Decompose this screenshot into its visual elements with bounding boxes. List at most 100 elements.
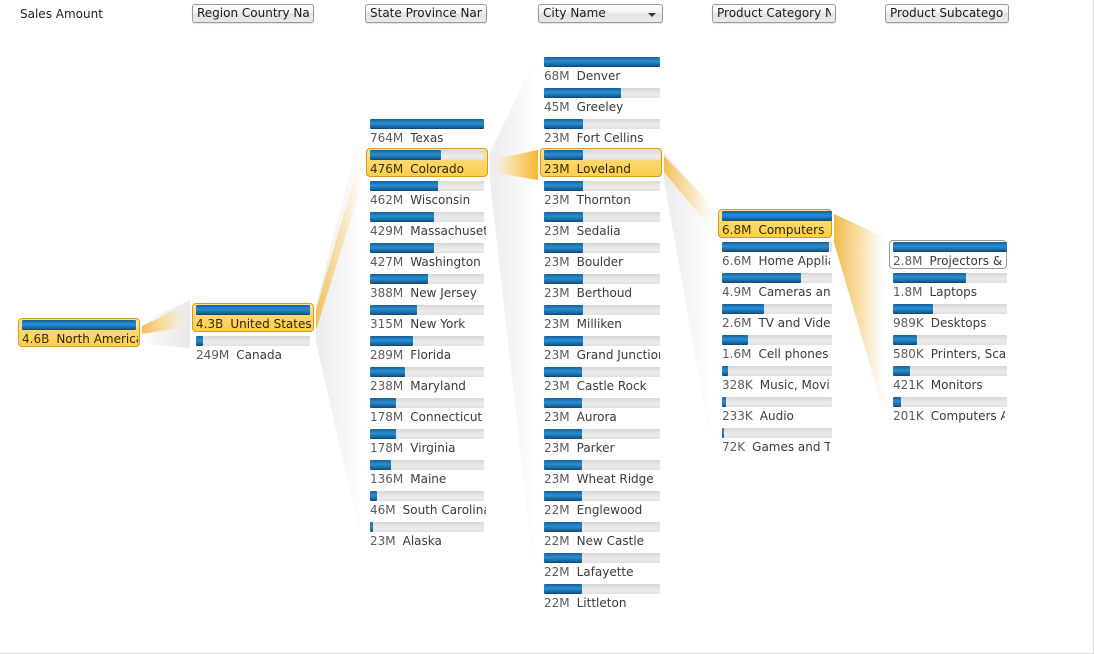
- slicer-product-category-name[interactable]: Product Category Name: [712, 4, 836, 23]
- bar-track: [722, 273, 832, 283]
- tree-node-value: 989K: [893, 316, 924, 330]
- tree-node[interactable]: 23MWheat Ridge: [540, 458, 662, 489]
- tree-node-value: 6.6M: [722, 254, 751, 268]
- tree-node[interactable]: 427MWashington: [366, 241, 488, 272]
- tree-node[interactable]: 6.8MComputers: [718, 209, 832, 240]
- bar-fill: [370, 150, 441, 160]
- tree-node[interactable]: 2.6MTV and Video: [718, 302, 832, 333]
- bar-fill: [722, 211, 832, 221]
- tree-node-value: 388M: [370, 286, 403, 300]
- tree-node[interactable]: 68MDenver: [540, 55, 662, 86]
- tree-node[interactable]: 46MSouth Carolina: [366, 489, 488, 520]
- bar-track: [370, 243, 484, 253]
- tree-node[interactable]: 178MVirginia: [366, 427, 488, 458]
- tree-node-name: Denver: [570, 69, 621, 83]
- tree-node[interactable]: 23MSedalia: [540, 210, 662, 241]
- tree-node-name: Florida: [403, 348, 451, 362]
- tree-node-name: Maine: [403, 472, 446, 486]
- tree-node[interactable]: 764MTexas: [366, 117, 488, 148]
- tree-node[interactable]: 23MCastle Rock: [540, 365, 662, 396]
- bar-track: [893, 335, 1007, 345]
- tree-node-name: Wheat Ridge: [570, 472, 654, 486]
- tree-node[interactable]: 1.8MLaptops: [889, 271, 1007, 302]
- connector-city-to-category: [664, 152, 714, 462]
- tree-node[interactable]: 23MThornton: [540, 179, 662, 210]
- tree-node[interactable]: 233KAudio: [718, 395, 832, 426]
- tree-node-value: 23M: [544, 162, 570, 176]
- tree-node[interactable]: 22MEnglewood: [540, 489, 662, 520]
- slicer-product-subcategory-name[interactable]: Product Subcategory: [885, 4, 1009, 23]
- tree-node-label: 427MWashington: [370, 255, 486, 269]
- tree-node[interactable]: 328KMusic, Movies: [718, 364, 832, 395]
- tree-node[interactable]: 289MFlorida: [366, 334, 488, 365]
- bar-track: [722, 211, 832, 221]
- tree-node-name: Littleton: [570, 596, 627, 610]
- tree-node[interactable]: 315MNew York: [366, 303, 488, 334]
- tree-node-value: 23M: [544, 410, 570, 424]
- tree-node-label: 2.8MProjectors & S: [893, 254, 1005, 268]
- tree-node[interactable]: 4.6BNorth America: [18, 318, 140, 349]
- tree-node[interactable]: 4.3BUnited States: [192, 303, 314, 334]
- tree-node-name: Connecticut: [403, 410, 482, 424]
- tree-node-value: 22M: [544, 596, 570, 610]
- tree-node[interactable]: 22MNew Castle: [540, 520, 662, 551]
- tree-node[interactable]: 22MLittleton: [540, 582, 662, 613]
- tree-node[interactable]: 421KMonitors: [889, 364, 1007, 395]
- bar-fill: [370, 429, 396, 439]
- bar-fill: [370, 243, 434, 253]
- bar-track: [370, 491, 484, 501]
- slicer-state-province-name[interactable]: State Province Name: [365, 4, 487, 23]
- tree-node[interactable]: 136MMaine: [366, 458, 488, 489]
- tree-node-name: Projectors & S: [922, 254, 1005, 268]
- tree-node-label: 46MSouth Carolina: [370, 503, 486, 517]
- bar-track: [722, 304, 832, 314]
- bar-track: [370, 398, 484, 408]
- tree-node-name: Parker: [570, 441, 615, 455]
- tree-node[interactable]: 1.6MCell phones: [718, 333, 832, 364]
- tree-node[interactable]: 238MMaryland: [366, 365, 488, 396]
- tree-node[interactable]: 178MConnecticut: [366, 396, 488, 427]
- tree-node[interactable]: 23MBerthoud: [540, 272, 662, 303]
- tree-node[interactable]: 429MMassachusett: [366, 210, 488, 241]
- tree-node-label: 22MLafayette: [544, 565, 660, 579]
- bar-fill: [893, 335, 917, 345]
- tree-node[interactable]: 23MLoveland: [540, 148, 662, 179]
- tree-node-name: South Carolina: [396, 503, 486, 517]
- tree-node[interactable]: 23MGrand Junction: [540, 334, 662, 365]
- tree-node[interactable]: 22MLafayette: [540, 551, 662, 582]
- tree-node[interactable]: 462MWisconsin: [366, 179, 488, 210]
- tree-node-label: 23MWheat Ridge: [544, 472, 660, 486]
- tree-node-label: 764MTexas: [370, 131, 486, 145]
- bar-fill: [544, 429, 582, 439]
- tree-node-name: Englewood: [570, 503, 643, 517]
- tree-node-value: 2.8M: [893, 254, 922, 268]
- tree-node[interactable]: 388MNew Jersey: [366, 272, 488, 303]
- chevron-down-icon[interactable]: [648, 13, 656, 17]
- tree-node[interactable]: 45MGreeley: [540, 86, 662, 117]
- slicer-city-name[interactable]: City Name: [538, 4, 663, 23]
- tree-node[interactable]: 72KGames and Toy: [718, 426, 832, 457]
- bar-track: [544, 460, 660, 470]
- tree-node[interactable]: 989KDesktops: [889, 302, 1007, 333]
- tree-node[interactable]: 6.6MHome Applian: [718, 240, 832, 271]
- tree-node-name: Colorado: [403, 162, 464, 176]
- tree-node[interactable]: 23MParker: [540, 427, 662, 458]
- tree-node[interactable]: 476MColorado: [366, 148, 488, 179]
- bar-fill: [544, 88, 621, 98]
- tree-node-label: 249MCanada: [196, 348, 312, 362]
- bar-fill: [544, 305, 583, 315]
- tree-node[interactable]: 201KComputers Ac: [889, 395, 1007, 426]
- tree-node[interactable]: 249MCanada: [192, 334, 314, 365]
- tree-node[interactable]: 580KPrinters, Scan: [889, 333, 1007, 364]
- tree-node-label: 289MFlorida: [370, 348, 486, 362]
- tree-node[interactable]: 23MAlaska: [366, 520, 488, 551]
- bar-track: [544, 243, 660, 253]
- tree-node[interactable]: 2.8MProjectors & S: [889, 240, 1007, 271]
- tree-node[interactable]: 4.9MCameras and: [718, 271, 832, 302]
- tree-node[interactable]: 23MMilliken: [540, 303, 662, 334]
- tree-node[interactable]: 23MFort Cellins: [540, 117, 662, 148]
- tree-node-value: 22M: [544, 503, 570, 517]
- slicer-region-country-name[interactable]: Region Country Name: [192, 4, 314, 23]
- tree-node[interactable]: 23MAurora: [540, 396, 662, 427]
- tree-node[interactable]: 23MBoulder: [540, 241, 662, 272]
